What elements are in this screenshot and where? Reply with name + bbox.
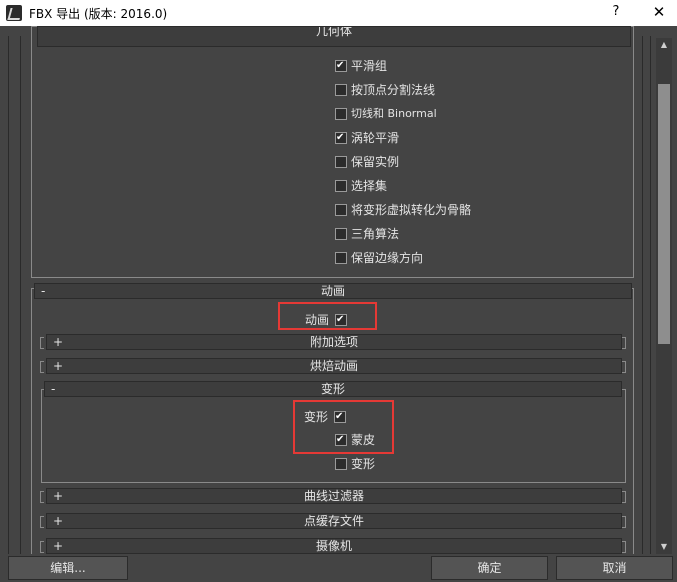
animation-section-header[interactable]: - 动画 xyxy=(34,283,632,299)
preserve-edge-orientation-checkbox[interactable] xyxy=(335,252,347,264)
triangulate-checkbox[interactable] xyxy=(335,228,347,240)
expand-icon: + xyxy=(53,539,64,553)
dialog-footer: 编辑... 确定 取消 xyxy=(0,554,677,582)
bracket-left xyxy=(40,491,44,503)
highlight-animation xyxy=(278,302,377,330)
bracket-left xyxy=(40,337,44,349)
app-icon xyxy=(6,5,22,21)
geometry-section-title: 几何体 xyxy=(315,26,352,38)
turbosmooth-checkbox[interactable] xyxy=(335,129,347,147)
cameras-header[interactable]: + 摄像机 xyxy=(46,538,622,554)
cancel-button[interactable]: 取消 xyxy=(556,556,673,580)
edit-button[interactable]: 编辑... xyxy=(8,556,128,580)
deformations-header[interactable]: - 变形 xyxy=(44,381,622,397)
outline-right-inner xyxy=(642,36,643,554)
collapse-icon: - xyxy=(51,382,56,396)
outline-left xyxy=(8,36,9,554)
expand-icon: + xyxy=(53,359,64,373)
collapse-icon: - xyxy=(41,284,46,298)
split-normals-checkbox[interactable] xyxy=(335,84,347,96)
scroll-up-arrow-icon[interactable]: ▲ xyxy=(656,38,672,52)
bake-animation-header[interactable]: + 烘焙动画 xyxy=(46,358,622,374)
point-cache-header[interactable]: + 点缓存文件 xyxy=(46,513,622,529)
highlight-deformations xyxy=(293,400,394,454)
geometry-panel xyxy=(31,26,634,278)
deformations-title: 变形 xyxy=(320,382,345,396)
expand-icon: + xyxy=(53,489,64,503)
outline-right xyxy=(650,36,651,554)
bracket-right xyxy=(622,491,626,503)
expand-icon: + xyxy=(53,514,64,528)
geometry-section-header[interactable]: 几何体 xyxy=(37,26,631,47)
smoothing-groups-checkbox[interactable] xyxy=(335,57,347,75)
bracket-right xyxy=(622,516,626,528)
vertical-scrollbar[interactable]: ▲ ▼ xyxy=(656,38,672,554)
bracket-right xyxy=(622,337,626,349)
animation-section-title: 动画 xyxy=(320,284,345,298)
morph-checkbox[interactable] xyxy=(335,458,347,470)
ok-button[interactable]: 确定 xyxy=(431,556,548,580)
preserve-instances-checkbox[interactable] xyxy=(335,156,347,168)
selection-sets-checkbox[interactable] xyxy=(335,180,347,192)
window-title: FBX 导出 (版本: 2016.0) xyxy=(29,7,168,21)
extra-options-title: 附加选项 xyxy=(309,335,358,349)
bracket-left xyxy=(40,541,44,553)
convert-dummies-checkbox[interactable] xyxy=(335,204,347,216)
close-button[interactable]: ✕ xyxy=(649,3,669,23)
bake-animation-title: 烘焙动画 xyxy=(309,359,358,373)
bracket-right xyxy=(622,541,626,553)
scrollbar-thumb[interactable] xyxy=(658,84,670,344)
tangents-checkbox[interactable] xyxy=(335,108,347,120)
outline-left-inner xyxy=(20,36,21,554)
help-button[interactable]: ? xyxy=(607,4,625,22)
cameras-title: 摄像机 xyxy=(315,539,352,553)
scroll-down-arrow-icon[interactable]: ▼ xyxy=(656,540,672,554)
curve-filters-title: 曲线过滤器 xyxy=(303,489,364,503)
bracket-left xyxy=(40,361,44,373)
curve-filters-header[interactable]: + 曲线过滤器 xyxy=(46,488,622,504)
expand-icon: + xyxy=(53,335,64,349)
settings-scroll-area: 几何体 平滑组 按顶点分割法线 切线和 Binormal 涡轮平滑 保留实例 选… xyxy=(0,26,677,554)
bracket-right xyxy=(622,361,626,373)
extra-options-header[interactable]: + 附加选项 xyxy=(46,334,622,350)
title-bar: FBX 导出 (版本: 2016.0) ? ✕ xyxy=(0,0,677,26)
bracket-left xyxy=(40,516,44,528)
point-cache-title: 点缓存文件 xyxy=(303,514,364,528)
